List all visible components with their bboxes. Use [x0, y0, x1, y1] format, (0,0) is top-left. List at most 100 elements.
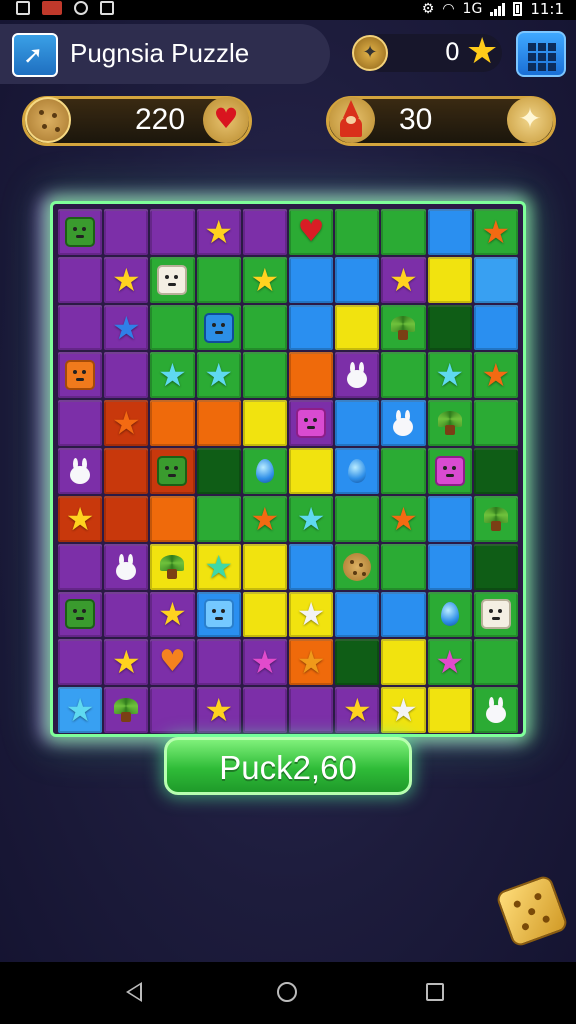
board-cell[interactable] [58, 256, 103, 303]
board-cell[interactable]: ★ [196, 687, 241, 733]
board-cell[interactable] [104, 687, 149, 733]
board-cell[interactable] [427, 304, 472, 351]
puck-button[interactable]: Puck2,60 [164, 737, 412, 795]
home-icon[interactable] [277, 982, 297, 1002]
board-cell[interactable]: ★ [289, 591, 334, 638]
board-cell[interactable] [381, 352, 426, 399]
board-cell[interactable] [335, 352, 380, 399]
board-cell[interactable] [473, 448, 518, 494]
board-cell[interactable] [473, 256, 518, 303]
board-cell[interactable] [335, 304, 380, 351]
board-cell[interactable] [381, 639, 426, 686]
board-cell[interactable] [58, 209, 103, 255]
board-cell[interactable] [150, 209, 195, 255]
board-cell[interactable] [427, 209, 472, 255]
board-cell[interactable] [335, 400, 380, 447]
board-cell[interactable] [242, 591, 287, 638]
board-cell[interactable]: ★ [335, 687, 380, 733]
board-cell[interactable] [150, 400, 195, 447]
board-cell[interactable] [242, 209, 287, 255]
board-cell[interactable]: ★ [427, 639, 472, 686]
board-cell[interactable]: ♥ [289, 209, 334, 255]
board-cell[interactable] [104, 448, 149, 494]
board-cell[interactable] [335, 543, 380, 590]
board-cell[interactable] [473, 495, 518, 542]
board-cell[interactable] [58, 543, 103, 590]
board-cell[interactable]: ★ [196, 352, 241, 399]
board-cell[interactable] [196, 400, 241, 447]
dice-icon[interactable] [494, 873, 570, 949]
board-cell[interactable] [58, 448, 103, 494]
board-cell[interactable] [242, 352, 287, 399]
board-cell[interactable] [473, 591, 518, 638]
board-cell[interactable]: ★ [289, 639, 334, 686]
sparkle-icon[interactable]: ✦ [507, 97, 553, 143]
board-cell[interactable] [335, 639, 380, 686]
board-cell[interactable]: ★ [381, 495, 426, 542]
board-cell[interactable] [427, 256, 472, 303]
board-cell[interactable] [196, 591, 241, 638]
board-cell[interactable]: ★ [150, 352, 195, 399]
board-cell[interactable] [242, 448, 287, 494]
board-cell[interactable] [289, 543, 334, 590]
board-cell[interactable] [242, 543, 287, 590]
board-cell[interactable]: ★ [104, 304, 149, 351]
board-cell[interactable] [473, 687, 518, 733]
board-cell[interactable]: ★ [381, 687, 426, 733]
board-cell[interactable] [473, 304, 518, 351]
board-cell[interactable] [335, 209, 380, 255]
board-cell[interactable] [473, 543, 518, 590]
board-cell[interactable] [104, 495, 149, 542]
board-cell[interactable] [427, 687, 472, 733]
board-cell[interactable] [381, 591, 426, 638]
board-cell[interactable] [196, 256, 241, 303]
board-cell[interactable] [104, 209, 149, 255]
board-cell[interactable]: ★ [58, 495, 103, 542]
board-cell[interactable]: ★ [196, 209, 241, 255]
board-cell[interactable] [150, 543, 195, 590]
grid-menu-button[interactable] [516, 31, 566, 77]
board-cell[interactable] [104, 543, 149, 590]
board-cell[interactable] [58, 352, 103, 399]
board-cell[interactable] [289, 687, 334, 733]
board-cell[interactable] [58, 400, 103, 447]
board-cell[interactable]: ★ [242, 256, 287, 303]
board-cell[interactable] [289, 256, 334, 303]
heart-icon[interactable]: ♥ [203, 97, 249, 143]
board-cell[interactable] [196, 448, 241, 494]
board-cell[interactable] [289, 448, 334, 494]
board-cell[interactable] [104, 591, 149, 638]
board-cell[interactable] [335, 448, 380, 494]
board-cell[interactable] [289, 400, 334, 447]
board-cell[interactable] [196, 495, 241, 542]
board-cell[interactable] [335, 256, 380, 303]
board-cell[interactable] [196, 639, 241, 686]
board-cell[interactable]: ★ [104, 400, 149, 447]
board-cell[interactable] [242, 304, 287, 351]
board-cell[interactable] [381, 543, 426, 590]
board-cell[interactable] [242, 400, 287, 447]
board-cell[interactable] [150, 495, 195, 542]
board-cell[interactable] [289, 304, 334, 351]
board-cell[interactable] [289, 352, 334, 399]
board-cell[interactable] [381, 209, 426, 255]
board-cell[interactable]: ★ [104, 639, 149, 686]
board-cell[interactable]: ★ [427, 352, 472, 399]
board-cell[interactable]: ★ [58, 687, 103, 733]
kangaroo-icon[interactable]: ➚ [12, 33, 58, 77]
board-cell[interactable]: ★ [289, 495, 334, 542]
board-cell[interactable] [335, 591, 380, 638]
board-cell[interactable] [381, 400, 426, 447]
board-cell[interactable] [150, 687, 195, 733]
board-cell[interactable] [427, 543, 472, 590]
board-cell[interactable]: ★ [242, 639, 287, 686]
board-cell[interactable] [196, 304, 241, 351]
back-icon[interactable] [126, 982, 142, 1002]
board-cell[interactable] [150, 256, 195, 303]
board-cell[interactable] [335, 495, 380, 542]
board-cell[interactable]: ★ [150, 591, 195, 638]
board-cell[interactable] [242, 687, 287, 733]
board-cell[interactable] [58, 591, 103, 638]
board-cell[interactable] [427, 591, 472, 638]
board-cell[interactable]: ★ [473, 209, 518, 255]
